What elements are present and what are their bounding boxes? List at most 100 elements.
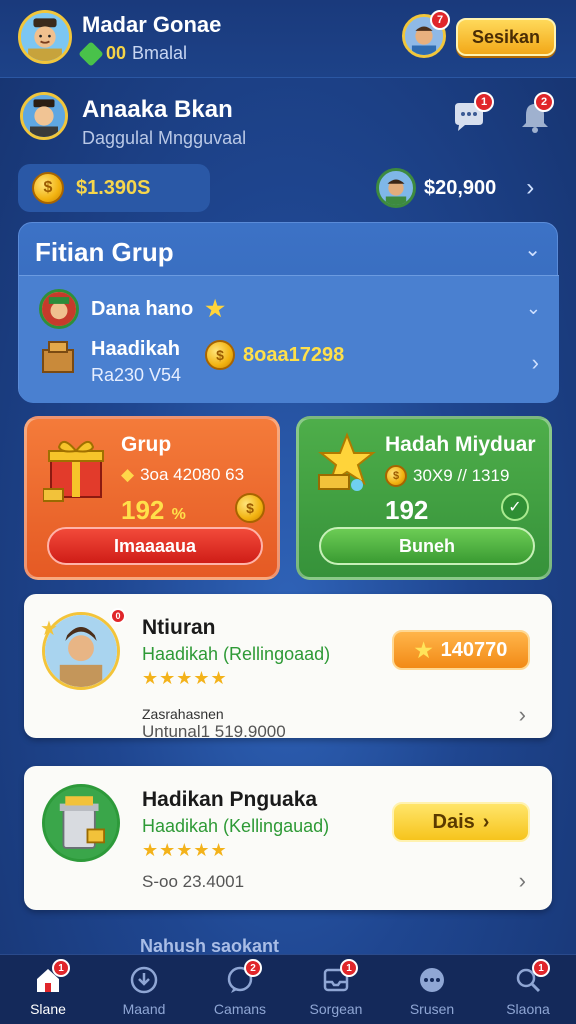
nav-label: Maand [122,1001,166,1017]
nav-item-more[interactable]: Srusen [384,955,480,1024]
nav-badge: 1 [532,959,550,977]
nav-label: Srusen [409,1001,455,1017]
profile-name: Anaaka Bkan [82,96,233,123]
group-title: Fitian Grup [35,237,174,267]
chevron-right-icon: › [482,810,490,833]
group-item-row[interactable]: Haadikah Ra230 V54 [39,338,181,386]
offer-rating: ★★★★★ [142,840,228,860]
group-card-value-unit: % [171,506,186,523]
nav-item-download[interactable]: Maand [96,955,192,1024]
nav-badge: 2 [244,959,262,977]
trash-bin-icon [45,787,117,859]
gem-label: Bmalal [132,43,188,63]
offer-price: S-oo 23.4001 [142,872,245,891]
offer-badge: 0 [110,608,126,624]
chevron-right-icon[interactable]: › [532,350,539,376]
offer-price-button-label: 140770 [440,638,508,661]
chevron-down-icon[interactable]: ⌄ [524,237,541,262]
chevron-down-icon[interactable]: ⌄ [526,298,541,319]
gem-icon: ◆ [121,465,135,484]
reward-card-value: 192 [385,495,429,525]
star-icon: ★ [414,639,433,662]
group-card-title: Grup [121,433,172,456]
treasure-box-icon [42,341,74,373]
member-name: Dana hano [91,297,194,320]
group-card-value-number: 192 [121,495,165,525]
chevron-right-icon: › [526,174,535,201]
chevron-right-icon[interactable]: › [519,868,526,894]
gift-box-icon [43,440,104,502]
friend-face-icon [385,179,407,205]
offer-name: Ntiuran [142,616,216,639]
nav-badge: 1 [52,959,70,977]
offer-price-button[interactable]: ★ 140770 [392,630,530,670]
download-icon [130,966,158,994]
group-item-amount: $ 8oaa17298 [205,340,344,370]
group-item-amount-value: 8oaa17298 [243,343,345,366]
profile-subtitle: Daggulal Mngguvaal [82,128,247,148]
nav-label: Slane [30,1001,66,1017]
nav-item-chat[interactable]: 2 Camans [192,955,288,1024]
profile-avatar[interactable] [20,92,68,140]
coin-icon: $ [32,172,64,204]
member-avatar [39,289,79,329]
nav-item-inbox[interactable]: 1 Sorgean [288,955,384,1024]
group-inner: Dana hano ★ ⌄ Haadikah Ra230 V54 $ 8oaa1… [19,275,559,403]
chat-badge: 1 [474,92,494,112]
group-card-subtitle: ◆ 3oa 42080 63 [121,465,244,485]
dots-icon [420,968,444,992]
profile-face-icon [23,95,65,137]
offer-item[interactable]: Hadikan Pnguaka Haadikah (Kellingauad) ★… [24,766,552,910]
member-face-icon [42,292,76,326]
nav-item-home[interactable]: 1 Slane [0,955,96,1024]
offer-image [42,784,120,862]
bottom-nav: 1 Slane Maand 2 Camans 1 Sorgean Srusen [0,954,576,1024]
chevron-right-icon[interactable]: › [519,702,526,728]
top-bar: Madar Gonae 00 Bmalal 7 Sesikan [0,0,576,78]
group-member-row[interactable]: Dana hano ★ [39,286,225,332]
gem-icon [78,40,104,67]
group-card-subtitle-value: 3oa 42080 63 [140,465,245,484]
offer-footnote: Zasrahasnen [142,706,224,722]
group-item-subtitle: Ra230 V54 [91,365,182,385]
gem-count: 00 [106,43,127,63]
player-avatar[interactable] [18,10,72,64]
coin-balance-value: $1.390S [76,176,151,199]
reward-card-subtitle: $ 30X9 // 1319 [385,465,509,487]
offer-price: Untunal1 519.9000 [142,722,286,741]
reward-card[interactable]: Hadah Miyduar $ 30X9 // 1319 192 ✓ Buneh [296,416,552,580]
offer-rating: ★★★★★ [142,668,228,688]
reward-card-button[interactable]: Buneh [319,527,535,565]
group-card[interactable]: Grup ◆ 3oa 42080 63 192 % $ Imaaaaua [24,416,280,580]
settings-button[interactable]: Sesikan [456,18,556,56]
offer-action-button-label: Dais [432,810,475,833]
gem-balance: 00 Bmalal [78,40,188,67]
friend-balance[interactable]: $20,900 › [376,166,556,210]
star-icon: ★ [40,618,58,640]
reward-card-subtitle-value: 30X9 // 1319 [413,466,510,485]
coin-icon: $ [385,465,407,487]
reward-card-title: Hadah Miyduar [385,433,536,456]
friend-balance-value: $20,900 [424,176,497,199]
nav-label: Slaona [506,1001,550,1017]
group-card-button[interactable]: Imaaaaua [47,527,263,565]
friend-balance-avatar [376,168,416,208]
coin-icon: $ [205,340,235,370]
offer-description: Haadikah (Kellingauad) [142,816,330,836]
nav-label: Sorgean [309,1001,363,1017]
nav-item-search[interactable]: 1 Slaona [480,955,576,1024]
group-panel: Fitian Grup ⌄ Dana hano ★ ⌄ Haadikah Ra2… [18,222,559,403]
offer-item[interactable]: 0 ★ Ntiuran Haadikah (Rellingoaad) ★★★★★… [24,594,552,741]
offer-action-button[interactable]: Dais › [392,802,530,842]
star-icon: ★ [205,296,225,321]
gold-star-icon [318,432,376,491]
offer-name: Hadikan Pnguaka [142,788,318,811]
notification-badge: 7 [430,10,450,30]
player-name: Madar Gonae [82,12,222,37]
checkmark-icon: ✓ [501,493,529,521]
offer-description: Haadikah (Rellingoaad) [142,644,331,664]
avatar-face-icon [21,13,69,61]
coin-balance[interactable]: $ $1.390S [18,164,210,212]
group-card-value: 192 % [121,495,186,526]
nav-label: Camans [213,1001,267,1017]
